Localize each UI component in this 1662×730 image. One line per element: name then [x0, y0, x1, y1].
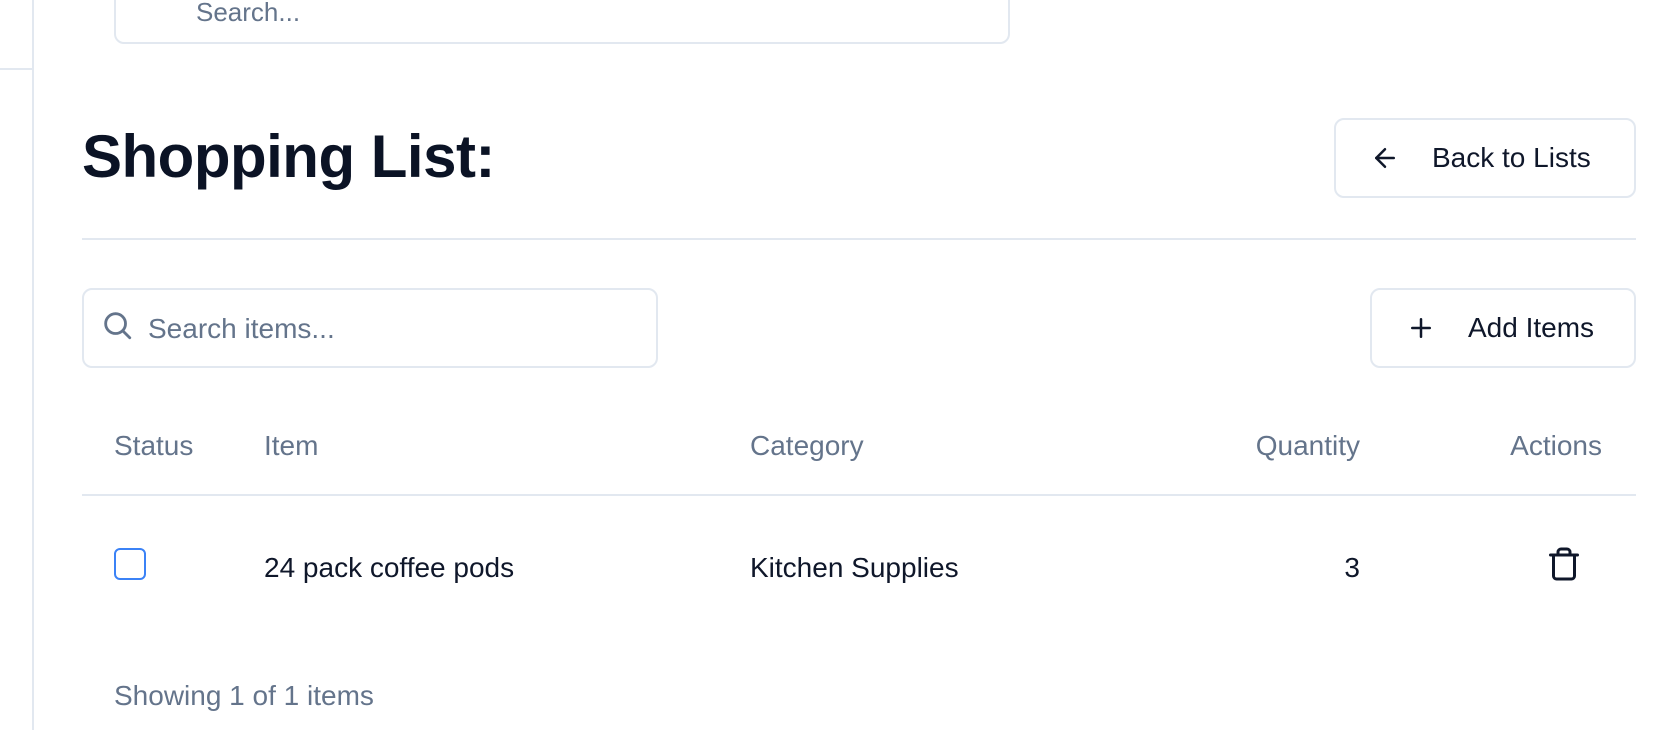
item-category: Kitchen Supplies [750, 552, 959, 583]
items-count-summary: Showing 1 of 1 items [114, 680, 374, 711]
global-search-box[interactable] [114, 0, 1010, 44]
item-search-box[interactable] [82, 288, 658, 368]
column-header-status: Status [114, 430, 194, 461]
trash-icon[interactable] [1546, 546, 1582, 582]
page: Shopping List: Back to Lists Add Items [0, 0, 1662, 730]
status-checkbox[interactable] [114, 548, 146, 580]
item-quantity: 3 [1344, 552, 1360, 583]
back-to-lists-button[interactable]: Back to Lists [1334, 118, 1636, 198]
table-row: 24 pack coffee pods Kitchen Supplies 3 [0, 496, 1662, 646]
column-header-actions: Actions [1510, 430, 1602, 461]
arrow-left-icon [1370, 143, 1400, 173]
add-items-label: Add Items [1468, 312, 1595, 343]
global-search-input[interactable] [196, 0, 976, 32]
column-header-quantity: Quantity [1255, 430, 1360, 461]
column-header-item: Item [264, 430, 319, 461]
header-divider [82, 238, 1636, 240]
item-search-input[interactable] [148, 308, 638, 350]
item-name: 24 pack coffee pods [264, 552, 515, 583]
column-header-category: Category [750, 430, 864, 461]
add-items-button[interactable]: Add Items [1370, 288, 1636, 368]
search-icon [100, 308, 134, 342]
back-to-lists-label: Back to Lists [1432, 142, 1591, 173]
page-title: Shopping List: [82, 123, 495, 190]
plus-icon [1406, 313, 1436, 343]
sidebar-divider [0, 68, 32, 70]
